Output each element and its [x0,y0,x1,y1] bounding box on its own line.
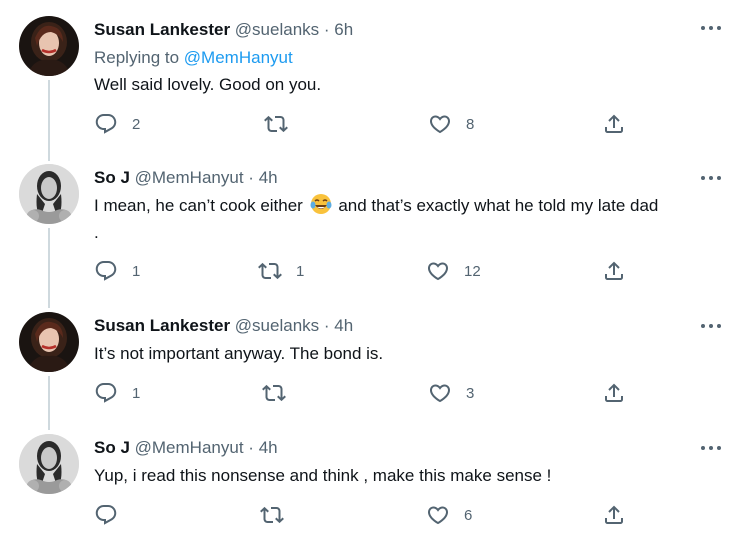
like-count: 8 [466,115,475,133]
author-name[interactable]: So J [94,438,130,457]
share-icon [605,383,623,402]
reply-count: 2 [132,115,141,133]
tweet-actions: 1 1 12 [94,259,634,283]
author-handle[interactable]: @suelanks [235,316,319,335]
retweet-icon [264,115,288,133]
like-count: 3 [466,384,475,402]
reply-button[interactable]: 2 [94,112,140,136]
tweet-text-line: . [94,223,99,242]
reply-button[interactable]: 1 [94,381,140,405]
author-handle[interactable]: @MemHanyut [135,168,244,187]
tweet-header: Susan Lankester @suelanks · 6h [94,20,353,40]
more-horizontal-icon[interactable] [698,440,724,456]
tweet[interactable]: So J @MemHanyut · 4h I mean, he can’t co… [0,160,742,308]
reply-icon [95,383,117,403]
tweet[interactable]: Susan Lankester @suelanks · 4h It’s not … [0,308,742,430]
mention-link[interactable]: @MemHanyut [184,48,293,67]
tweet-text: It’s not important anyway. The bond is. [94,344,384,363]
timestamp[interactable]: 4h [334,316,353,335]
like-count: 12 [464,262,481,280]
like-button[interactable]: 6 [426,503,472,527]
retweet-count: 1 [296,262,305,280]
tweet-header: So J @MemHanyut · 4h [94,438,278,458]
author-name[interactable]: Susan Lankester [94,316,230,335]
separator: · [248,168,254,187]
tweet-text-part: I mean, he can’t cook either [94,196,303,215]
reply-button[interactable] [94,503,132,527]
reply-count: 1 [132,262,141,280]
retweet-button[interactable] [262,381,300,405]
timestamp[interactable]: 4h [259,168,278,187]
avatar[interactable] [19,164,79,224]
avatar[interactable] [19,434,79,494]
like-button[interactable]: 12 [426,259,481,283]
tweet-text: Yup, i read this nonsense and think , ma… [94,466,552,485]
avatar[interactable] [19,312,79,372]
retweet-icon [258,262,282,280]
tweet[interactable]: Susan Lankester @suelanks · 6h Replying … [0,0,742,160]
author-handle[interactable]: @suelanks [235,20,319,39]
face-with-tears-of-joy-icon [310,194,332,214]
retweet-button[interactable] [264,112,302,136]
author-handle[interactable]: @MemHanyut [135,438,244,457]
heart-icon [429,384,451,403]
reply-icon [95,261,117,281]
more-horizontal-icon[interactable] [698,170,724,186]
tweet-text-part: and that’s exactly what he told my late … [338,196,659,215]
replying-prefix: Replying to [94,48,180,67]
like-button[interactable]: 8 [428,112,474,136]
share-icon [605,505,623,524]
replying-to: Replying to @MemHanyut [94,48,293,68]
more-horizontal-icon[interactable] [698,318,724,334]
more-horizontal-icon[interactable] [698,20,724,36]
separator: · [323,316,330,335]
tweet-actions: 6 [94,503,634,527]
retweet-icon [260,506,284,524]
reply-icon [95,505,117,525]
retweet-button[interactable]: 1 [258,259,304,283]
reply-count: 1 [132,384,141,402]
heart-icon [427,506,449,525]
author-name[interactable]: So J [94,168,130,187]
tweet-text: I mean, he can’t cook either and that’s … [94,192,658,219]
timestamp[interactable]: 6h [334,20,353,39]
tweet-header: So J @MemHanyut · 4h [94,168,278,188]
like-count: 6 [464,506,473,524]
tweet[interactable]: So J @MemHanyut · 4h Yup, i read this no… [0,430,742,540]
tweet-actions: 2 8 [94,112,634,136]
avatar[interactable] [19,16,79,76]
tweet-actions: 1 3 [94,381,634,405]
share-icon [605,261,623,280]
separator: · [323,20,330,39]
share-icon [605,114,623,133]
reply-icon [95,114,117,134]
retweet-icon [262,384,286,402]
reply-button[interactable]: 1 [94,259,140,283]
share-button[interactable] [602,381,626,405]
heart-icon [427,262,449,281]
author-name[interactable]: Susan Lankester [94,20,230,39]
share-button[interactable] [602,259,626,283]
separator: · [248,438,254,457]
retweet-button[interactable] [260,503,298,527]
share-button[interactable] [602,112,626,136]
share-button[interactable] [602,503,626,527]
tweet-text: Well said lovely. Good on you. [94,75,322,94]
like-button[interactable]: 3 [428,381,474,405]
heart-icon [429,115,451,134]
tweet-header: Susan Lankester @suelanks · 4h [94,316,353,336]
timestamp[interactable]: 4h [259,438,278,457]
